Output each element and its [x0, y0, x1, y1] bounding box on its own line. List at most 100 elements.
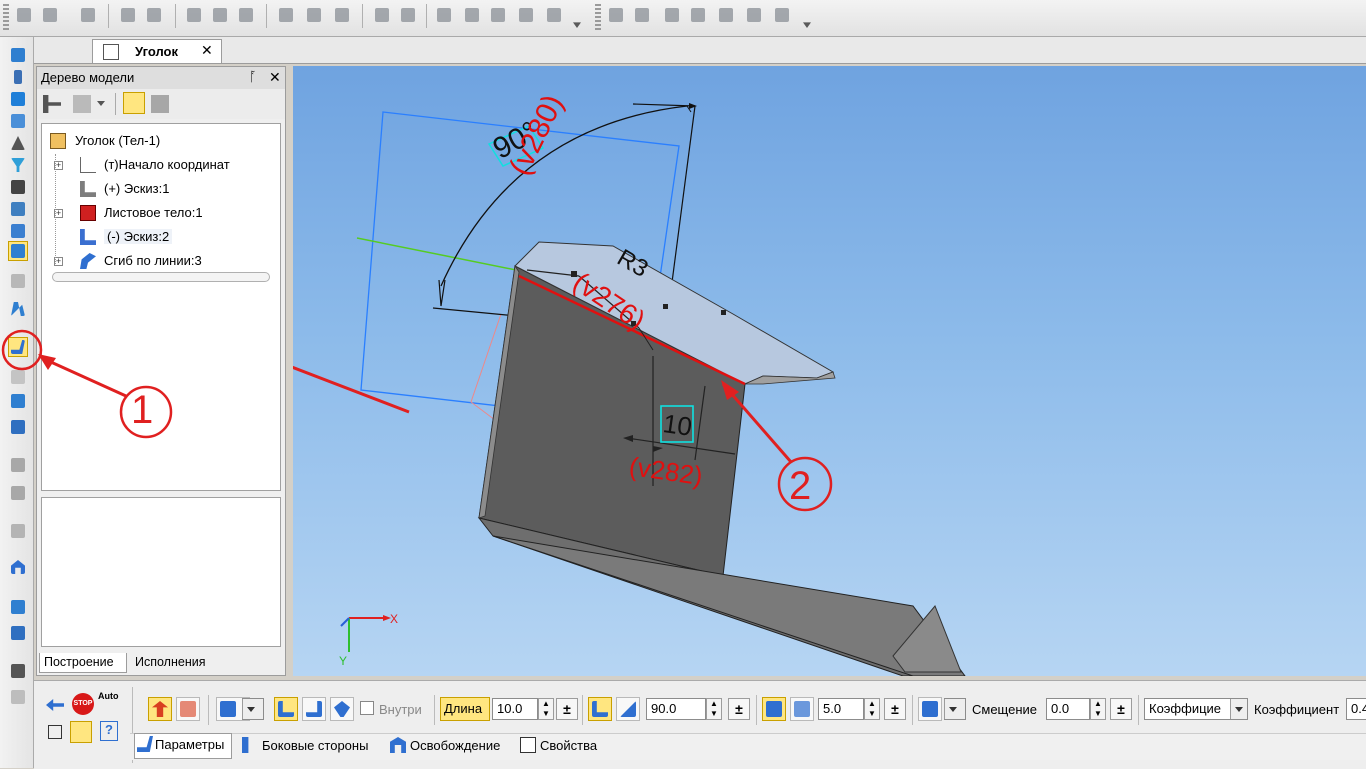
- filter-icon[interactable]: [8, 155, 28, 175]
- dimension-arc-icon[interactable]: [744, 5, 764, 25]
- bend-by-line-mode-button[interactable]: [302, 697, 326, 721]
- omega-symbol-icon[interactable]: [144, 5, 164, 25]
- inside-checkbox[interactable]: [360, 701, 374, 715]
- angle-spinner[interactable]: ▲ ▼: [706, 698, 722, 720]
- spec-icon[interactable]: [8, 177, 28, 197]
- align-left-icon[interactable]: [184, 5, 204, 25]
- table-icon[interactable]: [434, 5, 454, 25]
- offset-mode-dropdown[interactable]: [944, 698, 966, 720]
- align-right-icon[interactable]: [236, 5, 256, 25]
- tree-scrollbar[interactable]: [52, 272, 270, 282]
- tab-construction[interactable]: Построение: [39, 653, 127, 673]
- dimension-diameter-icon[interactable]: [662, 5, 682, 25]
- stop-icon[interactable]: STOP: [72, 693, 94, 715]
- bend-direction-button[interactable]: [148, 697, 172, 721]
- tree-item-sheet-body[interactable]: + Листовое тело:1: [42, 202, 272, 224]
- tree-item-sketch-1[interactable]: (+) Эскиз:1: [42, 178, 272, 200]
- insert-picture-icon[interactable]: [462, 5, 482, 25]
- coefficient-type-select[interactable]: Коэффицие: [1144, 698, 1248, 720]
- align-center-icon[interactable]: [210, 5, 230, 25]
- toolbar-grip[interactable]: [3, 4, 9, 30]
- toolbar-grip-2[interactable]: [595, 4, 601, 30]
- sheet-metal-tool-icon[interactable]: [8, 241, 28, 261]
- paste-icon[interactable]: [78, 5, 98, 25]
- offset-spinner[interactable]: ▲ ▼: [1090, 698, 1106, 720]
- tree-item-root[interactable]: Уголок (Тел-1): [42, 130, 272, 152]
- length-input[interactable]: 10.0: [492, 698, 538, 720]
- sheet-rib-icon[interactable]: [8, 623, 28, 643]
- help-icon[interactable]: ?: [100, 721, 118, 741]
- dimension-height-icon[interactable]: [772, 5, 792, 25]
- tree-structure-icon[interactable]: [43, 95, 61, 113]
- closed-corner-icon[interactable]: [8, 455, 28, 475]
- unfold-icon[interactable]: [8, 557, 28, 577]
- close-icon[interactable]: ✕: [201, 42, 213, 59]
- tab-side-faces[interactable]: Боковые стороны: [242, 735, 382, 757]
- measure-icon[interactable]: [8, 221, 28, 241]
- numbered-list-icon[interactable]: [276, 5, 296, 25]
- dimension-linear-icon[interactable]: [606, 5, 626, 25]
- radius-inner-button[interactable]: [762, 697, 786, 721]
- toolbar-overflow-2-icon[interactable]: [803, 22, 811, 28]
- fit-icon[interactable]: [48, 725, 62, 739]
- sheet-stamp-icon[interactable]: [8, 597, 28, 617]
- model-viewport[interactable]: 90° (v280) (v276) R3 10 (v282) 2 X Y: [293, 66, 1366, 676]
- array-icon[interactable]: [8, 111, 28, 131]
- view-settings-icon[interactable]: [70, 721, 92, 743]
- offset-input[interactable]: 0.0: [1046, 698, 1090, 720]
- attribute-icon[interactable]: [8, 661, 28, 681]
- chevron-down-icon[interactable]: [1230, 699, 1247, 719]
- tab-parameters[interactable]: Параметры: [134, 733, 232, 759]
- chevron-down-icon[interactable]: [97, 101, 105, 106]
- surface-icon[interactable]: [8, 89, 28, 109]
- special-char-icon[interactable]: [544, 5, 564, 25]
- tab-relief[interactable]: Освобождение: [390, 735, 510, 757]
- fraction-icon[interactable]: [118, 5, 138, 25]
- report-icon[interactable]: [8, 199, 28, 219]
- offset-plus-minus-button[interactable]: ±: [1110, 698, 1132, 720]
- radius-input[interactable]: 5.0: [818, 698, 864, 720]
- tab-ugolok[interactable]: Уголок ✕: [92, 39, 222, 63]
- numbered-list-3-icon[interactable]: [332, 5, 352, 25]
- sheet-body-disabled-icon[interactable]: [8, 271, 28, 291]
- louver-icon[interactable]: [8, 521, 28, 541]
- curve-icon[interactable]: [8, 67, 28, 87]
- aux-geometry-icon[interactable]: [8, 133, 28, 153]
- fixed-side-button[interactable]: [274, 697, 298, 721]
- radius-outer-button[interactable]: [790, 697, 814, 721]
- tree-order-icon[interactable]: [73, 95, 91, 113]
- numbered-list-2-icon[interactable]: [304, 5, 324, 25]
- delete-row-icon[interactable]: [398, 5, 418, 25]
- radius-plus-minus-button[interactable]: ±: [884, 698, 906, 720]
- close-panel-icon[interactable]: ✕: [269, 69, 281, 86]
- sheet-icon[interactable]: [14, 5, 34, 25]
- length-spinner[interactable]: ▲ ▼: [538, 698, 554, 720]
- angle-mode-button[interactable]: [588, 697, 612, 721]
- radius-spinner[interactable]: ▲ ▼: [864, 698, 880, 720]
- tab-versions[interactable]: Исполнения: [131, 653, 231, 673]
- angle-input[interactable]: 90.0: [646, 698, 706, 720]
- insert-fragment-icon[interactable]: [488, 5, 508, 25]
- create-object-icon[interactable]: [46, 699, 64, 711]
- tree-item-sketch-2[interactable]: (-) Эскиз:2: [42, 226, 272, 248]
- insert-row-icon[interactable]: [372, 5, 392, 25]
- copy-sheet-icon[interactable]: [40, 5, 60, 25]
- toolbar-overflow-icon[interactable]: [573, 22, 581, 28]
- tree-item-bend-line[interactable]: + Сгиб по линии:3: [42, 250, 272, 272]
- library-disabled-icon[interactable]: [8, 687, 28, 707]
- auto-creation-icon[interactable]: Auto: [98, 691, 119, 701]
- coefficient-input[interactable]: 0.4: [1346, 698, 1366, 720]
- solid-icon[interactable]: [8, 45, 28, 65]
- offset-mode-button[interactable]: [918, 697, 942, 721]
- length-dimension-text[interactable]: 10: [661, 408, 694, 443]
- tab-properties[interactable]: Свойства: [520, 735, 620, 757]
- angle-complement-button[interactable]: [616, 697, 640, 721]
- tree-filter-icon[interactable]: [151, 95, 169, 113]
- notch-icon[interactable]: [8, 483, 28, 503]
- bend-both-button[interactable]: [330, 697, 354, 721]
- pin-icon[interactable]: ᚪ: [249, 69, 257, 84]
- bend-side-dropdown[interactable]: [242, 698, 264, 720]
- tree-view-mode-icon[interactable]: [123, 92, 145, 114]
- bend-reverse-button[interactable]: [176, 697, 200, 721]
- insert-object-icon[interactable]: [516, 5, 536, 25]
